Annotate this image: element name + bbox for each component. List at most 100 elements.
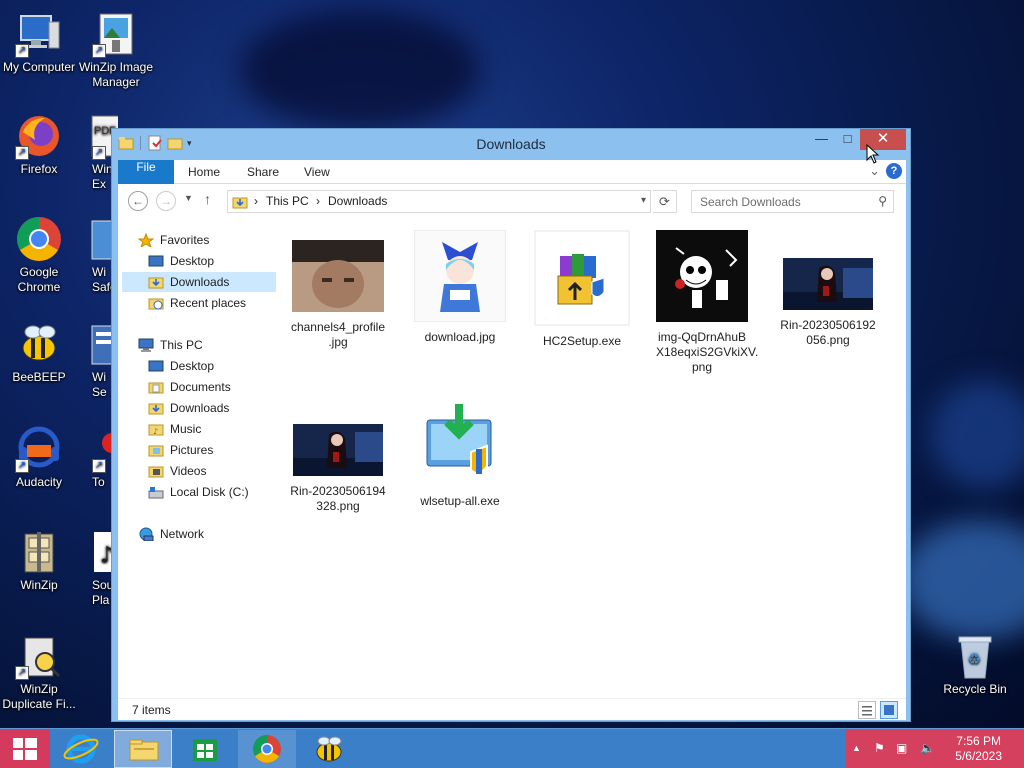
refresh-button[interactable]: ⟳ (653, 190, 677, 213)
nav-label: Downloads (170, 275, 230, 289)
recent-locations-icon[interactable]: ▼ (184, 193, 193, 203)
store-icon (193, 739, 217, 761)
details-view-button[interactable] (858, 701, 876, 719)
file-item[interactable]: channels4_profile .jpg (288, 230, 388, 350)
nav-pc-downloads[interactable]: Downloads (148, 398, 229, 418)
network-status-icon[interactable]: ▣ (896, 741, 907, 755)
file-name: wlsetup-all.exe (420, 494, 500, 508)
recent-places-icon (148, 298, 164, 310)
large-icons-view-button[interactable] (880, 701, 898, 719)
tab-view[interactable]: View (304, 160, 330, 184)
nav-favorites[interactable]: Favorites (138, 230, 209, 250)
nav-pc-videos[interactable]: Videos (148, 461, 206, 481)
file-item[interactable]: wlsetup-all.exe (410, 396, 510, 509)
back-button[interactable]: ← (128, 191, 148, 211)
bee-icon (15, 320, 63, 368)
downloads-folder-icon (148, 277, 164, 289)
nav-network[interactable]: Network (138, 524, 204, 544)
file-item[interactable]: Rin-20230506194 328.png (288, 396, 388, 514)
search-input[interactable]: Search Downloads ⚲ (691, 190, 894, 213)
navigation-bar: ← → ▼ ↑ › This PC › Downloads ▾ ⟳ Search… (118, 184, 906, 218)
taskbar-beebeep[interactable] (300, 730, 358, 768)
nav-label: Favorites (160, 233, 210, 247)
forward-button[interactable]: → (156, 191, 176, 211)
nav-pc-music[interactable]: ♪ Music (148, 419, 201, 439)
nav-fav-desktop[interactable]: Desktop (148, 251, 214, 271)
minimize-button[interactable]: — (808, 129, 835, 150)
maximize-button[interactable]: □ (834, 129, 861, 150)
videos-folder-icon (148, 466, 164, 478)
taskbar-file-explorer[interactable] (114, 730, 172, 768)
file-item[interactable]: download.jpg (410, 229, 510, 345)
computer-icon (138, 338, 154, 352)
svg-text:♻: ♻ (968, 652, 981, 668)
breadcrumb-this-pc[interactable]: This PC (266, 194, 309, 208)
explorer-window[interactable]: ▾ Downloads — □ ✕ File Home Share View ⌄… (111, 128, 911, 722)
desktop-icon-winzip-duplicate-finder[interactable]: ↗ WinZip Duplicate Fi... (1, 632, 77, 712)
ribbon-tabs: File Home Share View ⌄ ? (118, 160, 906, 184)
nav-fav-recent-places[interactable]: Recent places (148, 293, 246, 313)
desktop-icon-audacity[interactable]: ↗ Audacity (1, 425, 77, 490)
file-item[interactable]: Rin-20230506192 056.png (778, 230, 878, 348)
nav-fav-downloads[interactable]: Downloads (122, 272, 276, 292)
nav-pc-desktop[interactable]: Desktop (148, 356, 214, 376)
computer-icon: ↗ (15, 10, 63, 58)
navigation-pane[interactable]: Favorites Desktop Downloads Recent place… (118, 218, 276, 698)
address-bar[interactable]: › This PC › Downloads ▾ (227, 190, 651, 213)
help-icon[interactable]: ? (886, 163, 902, 179)
title-bar[interactable]: ▾ Downloads — □ ✕ (112, 129, 910, 159)
desktop-icon-label: WinZip (20, 578, 58, 592)
file-item[interactable]: img-QqDrnAhuB X18eqxiS2GVkiXV. png (656, 230, 758, 375)
nav-label: Desktop (170, 254, 215, 268)
nav-pc-pictures[interactable]: Pictures (148, 440, 213, 460)
nav-label: Downloads (170, 401, 230, 415)
desktop-icon-winzip[interactable]: WinZip (1, 528, 77, 593)
nav-pc-local-disk[interactable]: Local Disk (C:) (148, 482, 249, 502)
nav-this-pc[interactable]: This PC (138, 335, 203, 355)
wallpaper-glow (900, 520, 1024, 640)
shortcut-arrow-icon: ↗ (15, 459, 29, 473)
tab-file[interactable]: File (118, 160, 174, 184)
volume-icon[interactable]: 🔈 (920, 741, 935, 755)
desktop-icon-recycle-bin[interactable]: ♻ Recycle Bin (937, 632, 1013, 697)
content-area: Favorites Desktop Downloads Recent place… (118, 218, 906, 698)
status-bar: 7 items (118, 698, 906, 720)
desktop-icon-label: WinZip Duplicate Fi... (2, 682, 76, 711)
recycle-bin-icon: ♻ (951, 632, 999, 680)
address-dropdown-icon[interactable]: ▾ (641, 195, 646, 206)
desktop-icon-my-computer[interactable]: ↗ My Computer (1, 10, 77, 75)
shortcut-arrow-icon: ↗ (92, 146, 106, 160)
nav-label: This PC (160, 338, 203, 352)
file-item[interactable]: HC2Setup.exe (532, 230, 632, 349)
clock[interactable]: 7:56 PM 5/6/2023 (955, 734, 1002, 764)
file-name: download.jpg (424, 330, 496, 344)
shortcut-arrow-icon: ↗ (15, 146, 29, 160)
file-explorer-icon (129, 739, 159, 761)
desktop-icon-beebeep[interactable]: BeeBEEP (1, 320, 77, 385)
desktop-icon-firefox[interactable]: ↗ Firefox (1, 112, 77, 177)
window-title: Downloads (476, 136, 546, 152)
file-list[interactable]: channels4_profile .jpg download.jpg HC2S… (288, 218, 898, 698)
breadcrumb-downloads[interactable]: Downloads (328, 194, 387, 208)
large-icons-view-icon (884, 705, 894, 715)
mouse-cursor-icon (866, 144, 880, 164)
search-icon[interactable]: ⚲ (878, 194, 887, 208)
taskbar-internet-explorer[interactable] (52, 730, 110, 768)
expand-ribbon-icon[interactable]: ⌄ (869, 163, 880, 179)
up-button[interactable]: ↑ (204, 191, 211, 207)
desktop-icon-winzip-image-manager[interactable]: ↗ WinZip Image Manager (78, 10, 154, 90)
tab-home[interactable]: Home (188, 160, 220, 184)
desktop-icon-label: My Computer (2, 60, 76, 74)
tab-share[interactable]: Share (247, 160, 279, 184)
system-tray: ▲ ⚑ ▣ 🔈 7:56 PM 5/6/2023 (846, 729, 1024, 768)
taskbar-store[interactable] (176, 730, 234, 768)
desktop-icon-google-chrome[interactable]: Google Chrome (1, 215, 77, 295)
show-hidden-icons-button[interactable]: ▲ (852, 743, 861, 753)
start-button[interactable] (0, 729, 50, 768)
wallpaper-glow (930, 380, 1024, 490)
desktop-icon-label: WinZip Image Manager (78, 60, 154, 89)
taskbar-chrome[interactable] (238, 730, 296, 768)
nav-pc-documents[interactable]: Documents (148, 377, 231, 397)
file-name: Rin-20230506192 056.png (780, 318, 876, 347)
action-center-flag-icon[interactable]: ⚑ (874, 741, 885, 755)
